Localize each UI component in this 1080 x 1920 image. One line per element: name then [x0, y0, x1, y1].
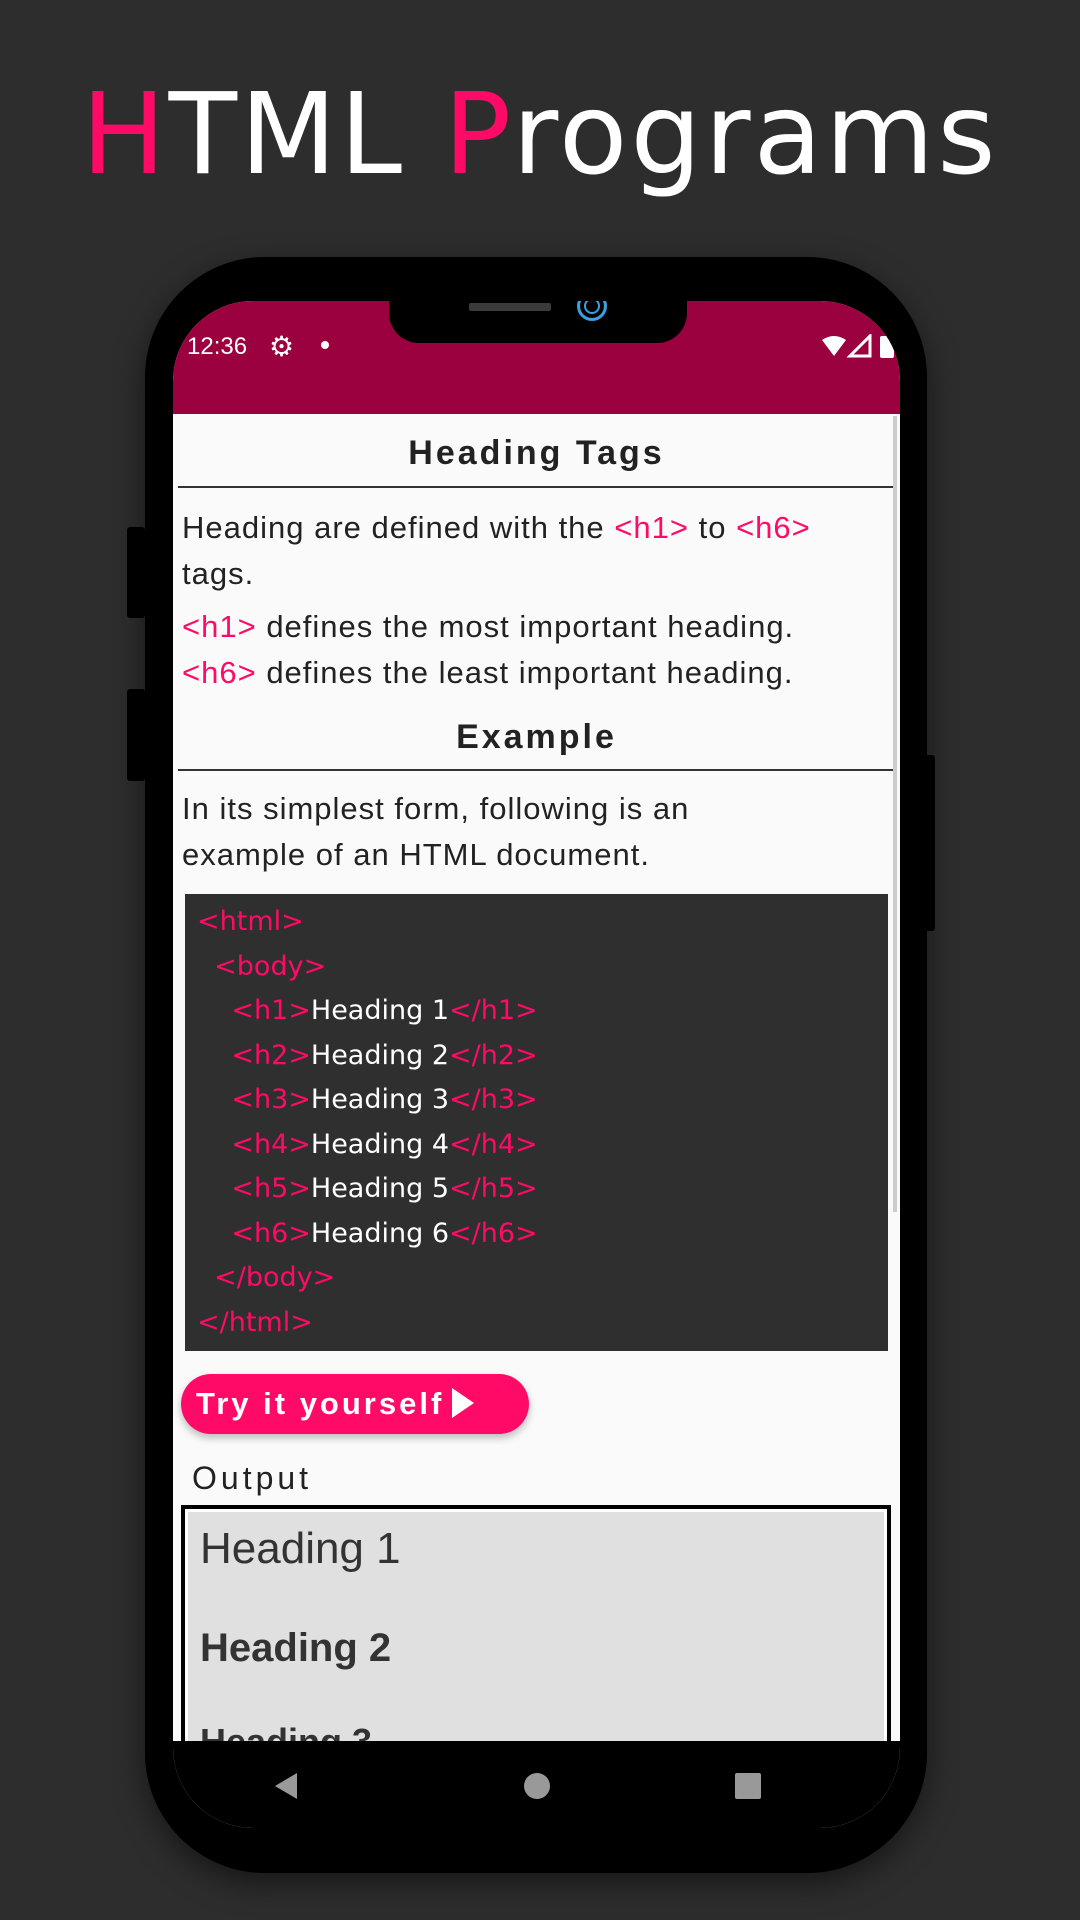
- code-text: Heading 5: [310, 1173, 450, 1204]
- code-line: </html>: [185, 1301, 888, 1346]
- banner-title: HTML Programs: [0, 70, 1080, 200]
- tag-text: <h1>: [182, 609, 257, 644]
- system-icons: [820, 332, 900, 367]
- gear-icon: ⚙: [269, 331, 295, 362]
- code-line: <h4>Heading 4</h4>: [185, 1123, 888, 1168]
- recents-icon[interactable]: [733, 1771, 763, 1801]
- text: defines the least important heading.: [256, 655, 794, 690]
- code-tag: <html>: [197, 906, 304, 937]
- code-tag: <h6>: [231, 1217, 311, 1249]
- output-box: Heading 1 Heading 2 Heading 3: [181, 1505, 891, 1741]
- code-tag: </body>: [214, 1262, 336, 1293]
- output-heading-3: Heading 3: [200, 1721, 372, 1741]
- code-text: Heading 6: [310, 1217, 450, 1249]
- code-tag: <h3>: [231, 1084, 311, 1115]
- code-text: Heading 3: [310, 1084, 450, 1115]
- intro-paragraph: Heading are defined with the <h1> to <h6…: [182, 505, 882, 597]
- title-letter-h: H: [81, 70, 169, 200]
- h6-description: <h6> defines the least important heading…: [182, 650, 793, 696]
- text: defines the most important heading.: [256, 609, 795, 644]
- text: tags.: [182, 556, 255, 591]
- code-line: <h6>Heading 6</h6>: [185, 1212, 888, 1257]
- play-arrow-icon: [452, 1388, 475, 1418]
- code-tag: </h2>: [449, 1039, 538, 1071]
- status-time: 12:36: [187, 333, 248, 360]
- speaker: [469, 303, 551, 311]
- code-text: Heading 1: [310, 995, 450, 1026]
- volume-up-button: [127, 527, 145, 618]
- code-tag: <h2>: [231, 1039, 311, 1071]
- phone-screen: 12:36 ⚙ Heading Tags Heading are defined…: [173, 301, 900, 1828]
- text: Heading are defined with the: [182, 510, 615, 545]
- tag-text: <h1>: [614, 510, 689, 545]
- code-tag: <body>: [214, 950, 327, 982]
- code-text: Heading 2: [310, 1039, 450, 1071]
- code-line: <body>: [185, 945, 888, 990]
- code-line: </body>: [185, 1256, 888, 1301]
- code-tag: </h3>: [449, 1084, 538, 1115]
- code-line: <h1>Heading 1</h1>: [185, 989, 888, 1034]
- output-heading-2: Heading 2: [200, 1626, 392, 1670]
- code-line: <h3>Heading 3</h3>: [185, 1078, 888, 1123]
- example-heading: Example: [178, 718, 895, 771]
- lesson-heading: Heading Tags: [178, 434, 895, 488]
- output-heading-1: Heading 1: [200, 1524, 401, 1573]
- status-bar: 12:36 ⚙: [173, 301, 900, 414]
- code-tag: </h5>: [449, 1173, 538, 1204]
- back-icon[interactable]: [271, 1771, 301, 1801]
- battery-icon: [880, 336, 894, 358]
- lesson-content[interactable]: Heading Tags Heading are defined with th…: [173, 414, 900, 1741]
- title-letter-p: P: [443, 70, 513, 200]
- try-it-yourself-button[interactable]: Try it yourself: [181, 1374, 529, 1434]
- code-text: Heading 4: [310, 1128, 450, 1160]
- title-part: TML: [168, 70, 444, 200]
- code-line: <h5>Heading 5</h5>: [185, 1167, 888, 1212]
- output-label: Output: [192, 1460, 313, 1496]
- scrollbar[interactable]: [893, 416, 897, 1212]
- code-tag: <h5>: [231, 1173, 311, 1204]
- code-tag: </h6>: [449, 1217, 538, 1249]
- title-part: rograms: [512, 70, 999, 200]
- home-icon[interactable]: [522, 1771, 552, 1801]
- code-tag: <h4>: [231, 1128, 311, 1160]
- signal-icon: [846, 332, 872, 358]
- button-label: Try it yourself: [196, 1386, 445, 1421]
- navigation-bar: [173, 1741, 900, 1828]
- notch: [389, 301, 687, 343]
- code-tag: </html>: [197, 1306, 313, 1338]
- code-line: <html>: [185, 900, 888, 945]
- example-text: In its simplest form, following is an ex…: [182, 791, 690, 872]
- h1-description: <h1> defines the most important heading.: [182, 604, 794, 650]
- dot-icon: [321, 341, 329, 349]
- code-line: <h2>Heading 2</h2>: [185, 1034, 888, 1079]
- wifi-icon: [822, 336, 846, 356]
- camera-icon: [577, 301, 607, 321]
- code-block: <html> <body> <h1>Heading 1</h1> <h2>Hea…: [185, 894, 888, 1351]
- code-tag: </h1>: [449, 995, 538, 1026]
- tag-text: <h6>: [736, 510, 811, 545]
- text: to: [688, 510, 737, 545]
- code-tag: </h4>: [449, 1128, 538, 1160]
- tag-text: <h6>: [182, 655, 257, 690]
- code-tag: <h1>: [231, 995, 311, 1026]
- volume-down-button: [127, 689, 145, 781]
